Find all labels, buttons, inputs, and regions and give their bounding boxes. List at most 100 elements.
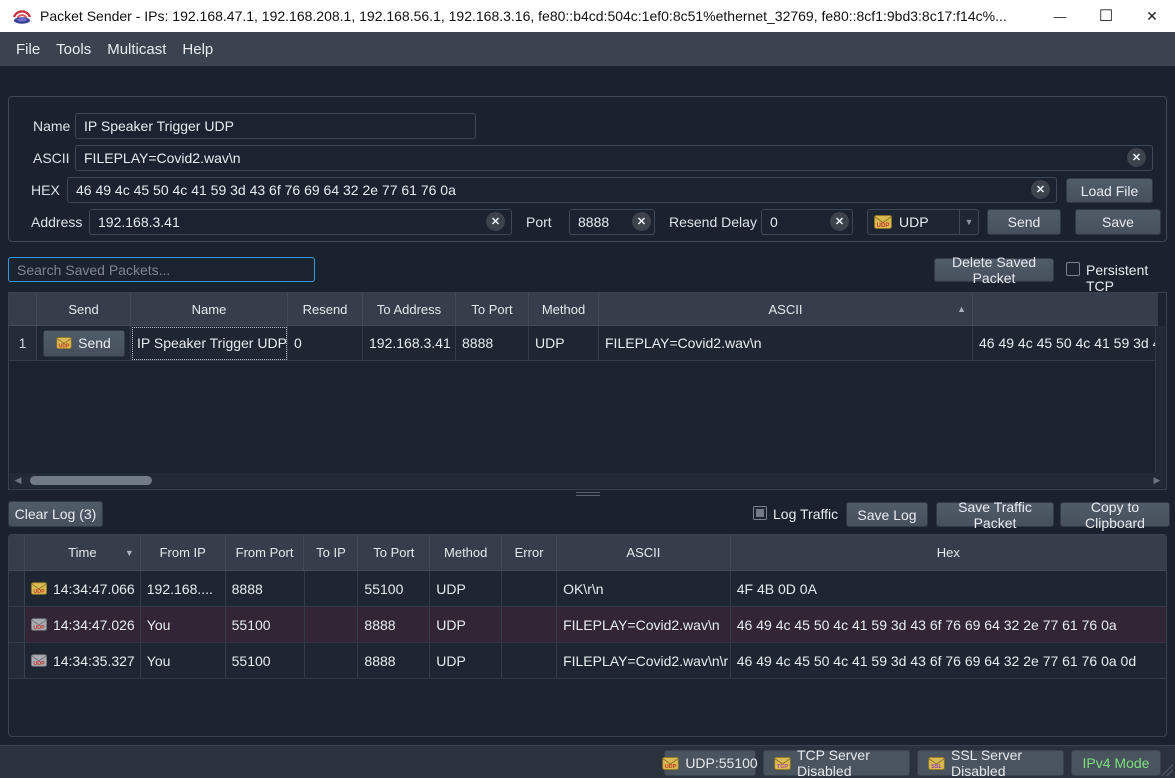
saved-cell-to-address[interactable]: 192.168.3.41 [363, 326, 456, 361]
menu-file[interactable]: File [8, 32, 48, 66]
log-cell-to-ip[interactable] [305, 571, 359, 607]
load-file-button[interactable]: Load File [1066, 178, 1153, 203]
protocol-value: UDP [892, 214, 959, 230]
saved-cell-to-port[interactable]: 8888 [456, 326, 529, 361]
log-header-method[interactable]: Method [430, 535, 502, 571]
saved-table-vscrollbar[interactable] [1155, 326, 1165, 473]
saved-header-ascii[interactable]: ASCII▲ [599, 293, 973, 326]
menu-multicast[interactable]: Multicast [99, 32, 174, 66]
log-cell-time: 14:34:47.026 [53, 617, 135, 633]
log-cell-ascii[interactable]: FILEPLAY=Covid2.wav\n\r [557, 643, 731, 679]
log-cell-method[interactable]: UDP [430, 607, 502, 643]
log-cell-method[interactable]: UDP [430, 643, 502, 679]
copy-to-clipboard-button[interactable]: Copy to Clipboard [1060, 502, 1170, 527]
hex-clear-icon[interactable]: ✕ [1031, 180, 1050, 199]
save-traffic-packet-button[interactable]: Save Traffic Packet [936, 502, 1054, 527]
log-row[interactable]: UDP 14:34:35.327 You 55100 8888 UDP FILE… [9, 643, 1166, 679]
log-header-to-ip[interactable]: To IP [304, 535, 358, 571]
saved-header-to-port[interactable]: To Port [456, 293, 529, 326]
hex-label: HEX [31, 177, 60, 203]
resize-grip[interactable] [1161, 764, 1173, 776]
menu-help[interactable]: Help [174, 32, 221, 66]
log-header-to-port[interactable]: To Port [358, 535, 430, 571]
log-cell-from-port[interactable]: 55100 [226, 643, 305, 679]
log-cell-from-port[interactable]: 55100 [226, 607, 305, 643]
protocol-select[interactable]: UDP UDP ▼ [867, 209, 979, 235]
title-bar: Packet Sender - IPs: 192.168.47.1, 192.1… [0, 0, 1175, 32]
saved-cell-name[interactable]: IP Speaker Trigger UDP [131, 326, 288, 361]
saved-header-method[interactable]: Method [529, 293, 599, 326]
log-cell-from-ip[interactable]: 192.168.... [141, 571, 226, 607]
address-input[interactable] [89, 209, 512, 235]
ipv4-mode-button[interactable]: IPv4 Mode [1071, 750, 1161, 776]
saved-table-hscrollbar[interactable]: ◀ ▶ [10, 473, 1165, 488]
splitter-handle[interactable] [8, 491, 1167, 497]
saved-header-hex[interactable] [973, 293, 1158, 326]
log-cell-hex[interactable]: 4F 4B 0D 0A [731, 571, 1166, 607]
log-cell-to-port[interactable]: 8888 [358, 643, 430, 679]
search-input[interactable] [8, 257, 315, 282]
menu-tools[interactable]: Tools [48, 32, 99, 66]
log-cell-hex[interactable]: 46 49 4c 45 50 4c 41 59 3d 43 6f 76 69 6… [731, 643, 1166, 679]
saved-cell-hex[interactable]: 46 49 4c 45 50 4c 41 59 3d 43 6f 76 69 6… [973, 326, 1158, 361]
log-cell-ascii[interactable]: OK\r\n [557, 571, 731, 607]
persistent-tcp-checkbox[interactable] [1066, 262, 1080, 276]
svg-text:UDP: UDP [877, 223, 890, 229]
ascii-clear-icon[interactable]: ✕ [1127, 148, 1146, 167]
log-header-from-ip[interactable]: From IP [141, 535, 226, 571]
port-clear-icon[interactable]: ✕ [632, 212, 651, 231]
log-row[interactable]: UDP 14:34:47.066 192.168.... 8888 55100 … [9, 571, 1166, 607]
log-cell-error[interactable] [502, 607, 557, 643]
ssl-server-status-button[interactable]: SSL SSL Server Disabled [917, 750, 1064, 776]
scroll-right-icon[interactable]: ▶ [1149, 475, 1165, 486]
saved-cell-method[interactable]: UDP [529, 326, 599, 361]
log-cell-method[interactable]: UDP [430, 571, 502, 607]
saved-cell-resend[interactable]: 0 [288, 326, 363, 361]
log-header-from-port[interactable]: From Port [226, 535, 305, 571]
chevron-down-icon[interactable]: ▼ [960, 217, 978, 227]
close-icon[interactable]: ✕ [1129, 0, 1175, 32]
log-cell-to-ip[interactable] [305, 643, 359, 679]
log-header-ascii[interactable]: ASCII [557, 535, 731, 571]
saved-header-to-address[interactable]: To Address [363, 293, 456, 326]
save-log-button[interactable]: Save Log [846, 502, 928, 527]
minimize-icon[interactable]: — [1037, 0, 1083, 32]
ascii-input[interactable] [75, 145, 1153, 171]
log-traffic-checkbox[interactable] [753, 506, 767, 520]
log-cell-to-port[interactable]: 55100 [358, 571, 430, 607]
scroll-left-icon[interactable]: ◀ [10, 475, 26, 486]
log-cell-from-ip[interactable]: You [141, 607, 226, 643]
resend-clear-icon[interactable]: ✕ [830, 212, 849, 231]
saved-header-send[interactable]: Send [37, 293, 131, 326]
save-button[interactable]: Save [1075, 209, 1161, 235]
tcp-server-status-button[interactable]: TCP TCP Server Disabled [763, 750, 910, 776]
address-clear-icon[interactable]: ✕ [486, 212, 505, 231]
saved-header-name[interactable]: Name [131, 293, 288, 326]
send-button[interactable]: Send [987, 209, 1061, 235]
saved-cell-ascii[interactable]: FILEPLAY=Covid2.wav\n [599, 326, 973, 361]
log-cell-from-ip[interactable]: You [141, 643, 226, 679]
udp-server-status-button[interactable]: UDP UDP:55100 [664, 750, 756, 776]
saved-packet-row[interactable]: 1 UDP Send IP Speaker Trigger UDP 0 192.… [9, 326, 1166, 361]
log-cell-ascii[interactable]: FILEPLAY=Covid2.wav\n [557, 607, 731, 643]
log-header-error[interactable]: Error [502, 535, 557, 571]
log-cell-hex[interactable]: 46 49 4c 45 50 4c 41 59 3d 43 6f 76 69 6… [731, 607, 1166, 643]
log-header-time[interactable]: Time▼ [25, 535, 141, 571]
app-logo-icon [12, 6, 32, 26]
clear-log-button[interactable]: Clear Log (3) [8, 501, 103, 527]
log-cell-error[interactable] [502, 643, 557, 679]
log-cell-to-port[interactable]: 8888 [358, 607, 430, 643]
delete-saved-packet-button[interactable]: Delete Saved Packet [934, 258, 1054, 282]
hscroll-thumb[interactable] [30, 476, 152, 485]
log-cell-from-port[interactable]: 8888 [226, 571, 305, 607]
row-send-button[interactable]: UDP Send [43, 330, 125, 357]
log-cell-to-ip[interactable] [305, 607, 359, 643]
log-cell-error[interactable] [502, 571, 557, 607]
saved-header-resend[interactable]: Resend [288, 293, 363, 326]
log-row-selected[interactable]: UDP 14:34:47.026 You 55100 8888 UDP FILE… [9, 607, 1166, 643]
maximize-icon[interactable]: ☐ [1083, 0, 1129, 32]
hex-input[interactable] [67, 177, 1057, 203]
log-header-hex[interactable]: Hex [731, 535, 1166, 571]
name-input[interactable] [75, 113, 476, 139]
svg-text:UDP: UDP [33, 625, 45, 631]
